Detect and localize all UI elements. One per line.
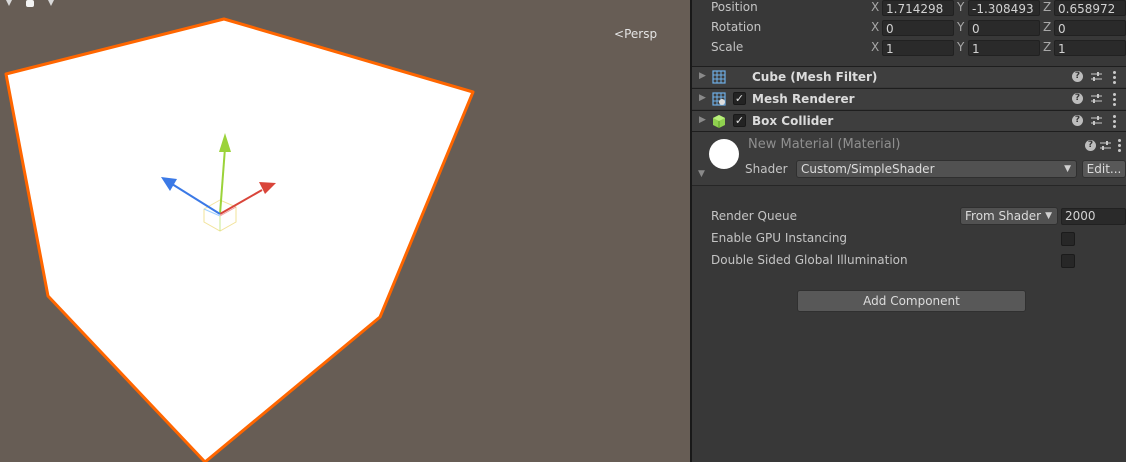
axis-y-label[interactable]: Y — [957, 0, 964, 14]
material-header: New Material (Material) ? Shader Custom/… — [692, 131, 1126, 185]
render-queue-label: Render Queue — [711, 209, 797, 223]
box-collider-icon — [713, 115, 725, 128]
scale-z-field[interactable]: 1 — [1054, 40, 1126, 56]
shader-dropdown[interactable]: Custom/SimpleShader ▼ — [796, 160, 1077, 178]
inspector-panel: Position X 1.714298 Y -1.308493 Z 0.6589… — [692, 0, 1126, 462]
axis-y-label[interactable]: Y — [957, 20, 964, 34]
chevron-down-icon: ▼ — [1064, 164, 1071, 174]
shader-label: Shader — [745, 162, 788, 176]
context-menu-icon[interactable] — [1118, 139, 1121, 154]
context-menu-icon[interactable] — [1113, 115, 1116, 130]
axis-y-label[interactable]: Y — [957, 40, 964, 54]
component-name: Mesh Renderer — [752, 92, 855, 106]
gpu-instancing-label: Enable GPU Instancing — [711, 231, 848, 245]
render-queue-field[interactable]: 2000 — [1061, 208, 1126, 225]
persp-label: Persp — [624, 27, 658, 41]
position-x-field[interactable]: 1.714298 — [882, 0, 954, 16]
scene-canvas[interactable] — [0, 0, 690, 462]
context-menu-icon[interactable] — [1113, 93, 1116, 108]
enable-checkbox[interactable]: ✓ — [733, 92, 746, 105]
axis-x-label[interactable]: X — [871, 40, 879, 54]
material-title: New Material (Material) — [748, 137, 901, 152]
expand-arrow-icon[interactable]: ▶ — [699, 115, 706, 125]
rotation-x-field[interactable]: 0 — [882, 20, 954, 36]
position-z-field[interactable]: 0.658972 — [1054, 0, 1126, 16]
chevron-down-icon: ▼ — [1045, 211, 1052, 221]
shader-value: Custom/SimpleShader — [801, 162, 935, 176]
component-name: Cube (Mesh Filter) — [752, 70, 878, 84]
axis-z-label[interactable]: Z — [1043, 0, 1051, 14]
projection-toggle[interactable]: <Persp — [614, 27, 657, 41]
help-icon[interactable]: ? — [1085, 140, 1096, 151]
help-icon[interactable]: ? — [1072, 93, 1083, 104]
scene-view[interactable]: <Persp — [0, 0, 690, 462]
separator — [692, 185, 1126, 186]
cube-face[interactable] — [4, 17, 475, 462]
help-icon[interactable]: ? — [1072, 71, 1083, 82]
enable-checkbox[interactable]: ✓ — [733, 114, 746, 127]
position-row: Position X 1.714298 Y -1.308493 Z 0.6589… — [692, 0, 1126, 20]
add-component-button[interactable]: Add Component — [797, 290, 1026, 312]
scale-x-field[interactable]: 1 — [882, 40, 954, 56]
axis-x-label[interactable]: X — [871, 20, 879, 34]
presets-icon[interactable] — [1100, 140, 1111, 151]
rotation-y-field[interactable]: 0 — [968, 20, 1040, 36]
component-mesh-filter[interactable]: ▶ Cube (Mesh Filter) ? — [692, 66, 1126, 87]
rotation-row: Rotation X 0 Y 0 Z 0 — [692, 20, 1126, 40]
position-y-field[interactable]: -1.308493 — [968, 0, 1040, 16]
mesh-filter-icon — [712, 70, 726, 84]
double-sided-gi-label: Double Sided Global Illumination — [711, 253, 908, 267]
edit-shader-button[interactable]: Edit... — [1082, 160, 1126, 178]
render-queue-mode: From Shader — [965, 209, 1042, 223]
help-icon[interactable]: ? — [1072, 115, 1083, 126]
presets-icon[interactable] — [1091, 71, 1102, 82]
mesh-renderer-icon — [712, 92, 726, 106]
foldout-arrow-icon[interactable]: ▼ — [698, 169, 705, 179]
expand-arrow-icon[interactable]: ▶ — [699, 71, 706, 81]
gpu-instancing-checkbox[interactable] — [1061, 232, 1075, 246]
material-preview — [709, 139, 739, 169]
context-menu-icon[interactable] — [1113, 71, 1116, 86]
rotation-z-field[interactable]: 0 — [1054, 20, 1126, 36]
presets-icon[interactable] — [1091, 93, 1102, 104]
expand-arrow-icon[interactable]: ▶ — [699, 93, 706, 103]
component-mesh-renderer[interactable]: ▶ ✓ Mesh Renderer ? — [692, 88, 1126, 109]
component-box-collider[interactable]: ▶ ✓ Box Collider ? — [692, 110, 1126, 131]
scale-row: Scale X 1 Y 1 Z 1 — [692, 40, 1126, 60]
rotation-label: Rotation — [711, 20, 762, 34]
render-queue-dropdown[interactable]: From Shader ▼ — [960, 207, 1058, 225]
orientation-gizmo-icon[interactable] — [0, 0, 60, 14]
position-label: Position — [711, 0, 758, 14]
axis-x-label[interactable]: X — [871, 0, 879, 14]
presets-icon[interactable] — [1091, 115, 1102, 126]
scale-label: Scale — [711, 40, 744, 54]
perspective-icon: < — [614, 27, 625, 41]
scale-y-field[interactable]: 1 — [968, 40, 1040, 56]
axis-z-label[interactable]: Z — [1043, 40, 1051, 54]
double-sided-gi-checkbox[interactable] — [1061, 254, 1075, 268]
axis-z-label[interactable]: Z — [1043, 20, 1051, 34]
component-name: Box Collider — [752, 114, 834, 128]
